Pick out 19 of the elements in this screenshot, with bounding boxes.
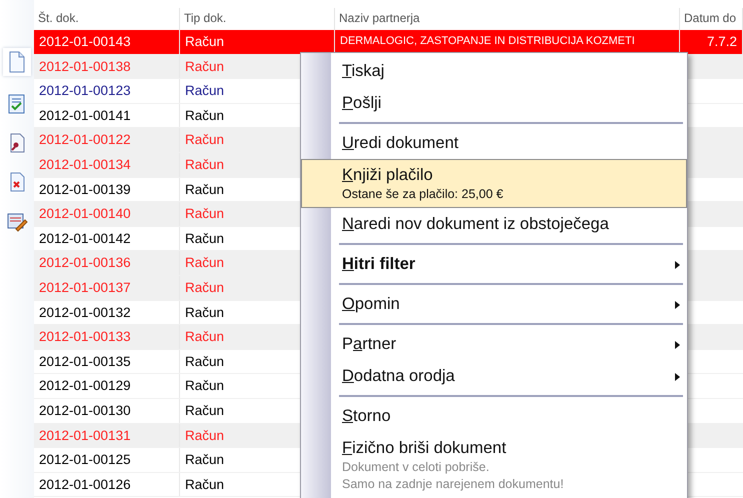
table-cell: 2012-01-00134 bbox=[34, 152, 180, 177]
table-cell: 2012-01-00132 bbox=[34, 300, 180, 324]
table-cell: 2012-01-00138 bbox=[34, 54, 180, 78]
table-cell: 2012-01-00139 bbox=[34, 178, 180, 202]
table-cell: 2012-01-00137 bbox=[34, 276, 180, 300]
table-cell: 2012-01-00131 bbox=[34, 424, 180, 448]
table-cell: 2012-01-00123 bbox=[34, 79, 180, 103]
table-cell: 2012-01-00122 bbox=[34, 128, 180, 152]
table-cell: 2012-01-00129 bbox=[34, 374, 180, 398]
table-cell: 2012-01-00142 bbox=[34, 226, 180, 250]
table-cell: 2012-01-00136 bbox=[34, 251, 180, 275]
table-cell: 2012-01-00126 bbox=[34, 472, 180, 496]
table-cell: 2012-01-00141 bbox=[34, 104, 180, 128]
table-cell: 2012-01-00140 bbox=[34, 202, 180, 226]
table-cell: 2012-01-00143 bbox=[34, 30, 180, 54]
table-cell: 2012-01-00135 bbox=[34, 350, 180, 374]
table-cell: 2012-01-00130 bbox=[34, 398, 180, 422]
table-cell: 2012-01-00133 bbox=[34, 325, 180, 349]
table-cell: 2012-01-00125 bbox=[34, 448, 180, 472]
